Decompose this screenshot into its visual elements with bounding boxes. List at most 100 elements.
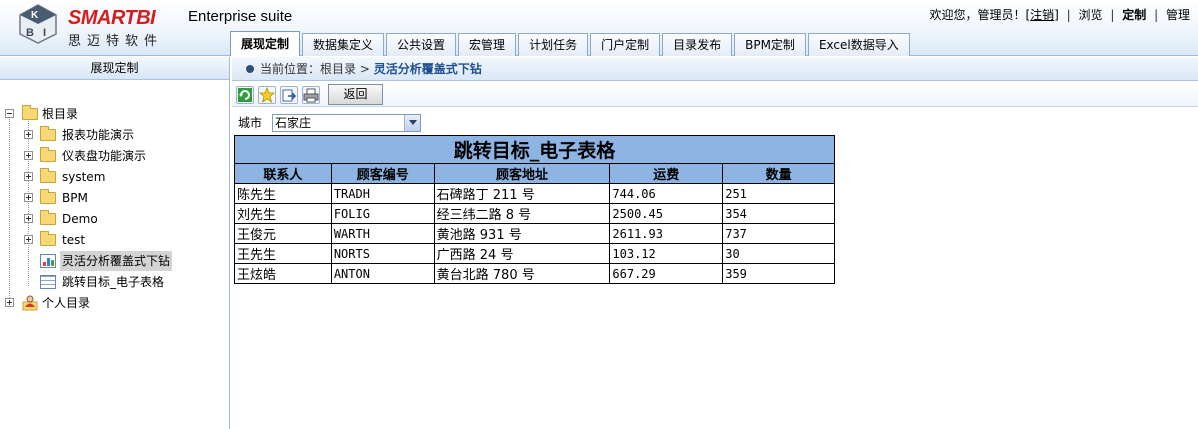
refresh-icon[interactable] xyxy=(236,86,254,104)
column-header: 联系人 xyxy=(234,163,332,184)
favorite-star-icon[interactable] xyxy=(258,86,276,104)
cell-contact: 王俊元 xyxy=(234,223,332,244)
city-select-value: 石家庄 xyxy=(275,116,312,130)
tab-portal-design[interactable]: 门户定制 xyxy=(590,33,661,56)
breadcrumb: 当前位置：根目录 > 灵活分析覆盖式下钻 xyxy=(232,57,1198,81)
cell-quantity: 359 xyxy=(722,263,835,284)
cell-customer-id: NORTS xyxy=(330,243,435,264)
chevron-down-icon[interactable] xyxy=(404,115,420,131)
analysis-report-icon xyxy=(40,254,56,268)
tab-macro-management[interactable]: 宏管理 xyxy=(458,33,517,56)
collapse-icon[interactable] xyxy=(5,109,14,118)
export-icon[interactable] xyxy=(280,86,298,104)
cell-customer-id: FOLIG xyxy=(330,203,435,224)
tree-node-test[interactable]: test xyxy=(0,230,228,250)
brand-subtitle: 思迈特软件 xyxy=(68,34,164,49)
tree-label: system xyxy=(62,170,106,184)
tree-label: 报表功能演示 xyxy=(62,128,135,142)
folder-icon xyxy=(40,147,56,162)
cell-freight: 667.29 xyxy=(609,263,724,284)
main-content: 当前位置：根目录 > 灵活分析覆盖式下钻 返回 城市 石家庄 跳转目标_电子表格 xyxy=(232,57,1198,429)
breadcrumb-root[interactable]: 根目录 xyxy=(320,62,356,76)
cell-address: 黄池路 931 号 xyxy=(433,223,611,244)
welcome-text: 欢迎您，管理员！[ xyxy=(929,8,1031,22)
cell-address: 石碑路丁 211 号 xyxy=(433,183,611,204)
tree-label: 个人目录 xyxy=(42,296,91,310)
cell-freight: 103.12 xyxy=(609,243,724,264)
bullet-icon xyxy=(246,65,254,73)
print-icon[interactable] xyxy=(302,86,320,104)
customize-link[interactable]: 定制 xyxy=(1122,8,1146,22)
tab-bpm-design[interactable]: BPM定制 xyxy=(734,33,806,56)
expand-icon[interactable] xyxy=(24,193,33,202)
cell-address: 黄台北路 780 号 xyxy=(433,263,611,284)
column-header: 顾客编号 xyxy=(330,163,435,184)
tree-node-demo[interactable]: Demo xyxy=(0,209,228,229)
logout-link[interactable]: 注销 xyxy=(1030,8,1054,22)
column-header: 数量 xyxy=(722,163,835,184)
tree-label: 灵活分析覆盖式下钻 xyxy=(60,251,173,271)
folder-icon xyxy=(40,189,56,204)
browse-link[interactable]: 浏览 xyxy=(1079,8,1103,22)
sidebar-title: 展现定制 xyxy=(0,57,229,80)
cell-customer-id: TRADH xyxy=(330,183,435,204)
folder-open-icon xyxy=(22,105,38,120)
tab-excel-import[interactable]: Excel数据导入 xyxy=(807,33,910,56)
cell-quantity: 30 xyxy=(722,243,835,264)
tree-node-report-demo[interactable]: 报表功能演示 xyxy=(0,125,228,145)
city-filter-label: 城市 xyxy=(238,116,263,130)
tree-node-system[interactable]: system xyxy=(0,167,228,187)
back-button[interactable]: 返回 xyxy=(328,84,383,105)
expand-icon[interactable] xyxy=(5,298,14,307)
tree-label: test xyxy=(62,233,86,247)
folder-icon xyxy=(40,168,56,183)
top-links: 欢迎您，管理员！[注销] | 浏览 | 定制 | 管理 xyxy=(929,6,1190,23)
cell-address: 经三纬二路 8 号 xyxy=(433,203,611,224)
brand-logo-text: SMARTBI xyxy=(68,7,156,29)
tree-node-bpm[interactable]: BPM xyxy=(0,188,228,208)
tree-node-root[interactable]: 根目录 xyxy=(0,104,228,124)
expand-icon[interactable] xyxy=(24,214,33,223)
cell-customer-id: WARTH xyxy=(330,223,435,244)
svg-text:B: B xyxy=(26,27,34,39)
cell-customer-id: ANTON xyxy=(330,263,435,284)
welcome-end: ] xyxy=(1054,8,1059,22)
expand-icon[interactable] xyxy=(24,151,33,160)
tree-label: 根目录 xyxy=(42,107,79,121)
report-table: 跳转目标_电子表格 联系人 顾客编号 顾客地址 运费 数量 陈先生 TRADH … xyxy=(234,135,835,284)
tab-scheduled-tasks[interactable]: 计划任务 xyxy=(518,33,589,56)
tree-node-spreadsheet[interactable]: 跳转目标_电子表格 xyxy=(0,272,228,292)
cell-quantity: 354 xyxy=(722,203,835,224)
tab-catalog-publish[interactable]: 目录发布 xyxy=(662,33,733,56)
divider: | xyxy=(1066,8,1071,22)
tab-presentation-design[interactable]: 展现定制 xyxy=(230,31,301,56)
cell-contact: 刘先生 xyxy=(234,203,332,224)
cell-freight: 744.06 xyxy=(609,183,724,204)
expand-icon[interactable] xyxy=(24,130,33,139)
city-filter: 城市 石家庄 xyxy=(238,113,421,133)
cell-contact: 陈先生 xyxy=(234,183,332,204)
breadcrumb-separator: > xyxy=(359,62,370,76)
app-header: K B I SMARTBI 思迈特软件 Enterprise suite 欢迎您… xyxy=(0,0,1198,56)
personal-folder-icon xyxy=(22,295,38,311)
folder-icon xyxy=(40,210,56,225)
cell-contact: 王先生 xyxy=(234,243,332,264)
expand-icon[interactable] xyxy=(24,172,33,181)
smartbi-logo-icon: K B I xyxy=(18,4,58,44)
tree-node-personal[interactable]: 个人目录 xyxy=(0,293,228,313)
cell-quantity: 251 xyxy=(722,183,835,204)
manage-link[interactable]: 管理 xyxy=(1166,8,1190,22)
tree-node-dashboard-demo[interactable]: 仪表盘功能演示 xyxy=(0,146,228,166)
cell-contact: 王炫皓 xyxy=(234,263,332,284)
expand-icon[interactable] xyxy=(24,235,33,244)
table-row: 王炫皓 ANTON 黄台北路 780 号 667.29 359 xyxy=(234,263,835,284)
cell-freight: 2500.45 xyxy=(609,203,724,224)
folder-icon xyxy=(40,126,56,141)
cell-address: 广西路 24 号 xyxy=(433,243,611,264)
tree-node-drilldown-report[interactable]: 灵活分析覆盖式下钻 xyxy=(0,251,228,271)
tab-dataset-definition[interactable]: 数据集定义 xyxy=(302,33,385,56)
table-row: 刘先生 FOLIG 经三纬二路 8 号 2500.45 354 xyxy=(234,203,835,224)
city-select[interactable]: 石家庄 xyxy=(272,114,421,132)
tab-public-settings[interactable]: 公共设置 xyxy=(386,33,457,56)
breadcrumb-prefix: 当前位置： xyxy=(260,62,321,76)
